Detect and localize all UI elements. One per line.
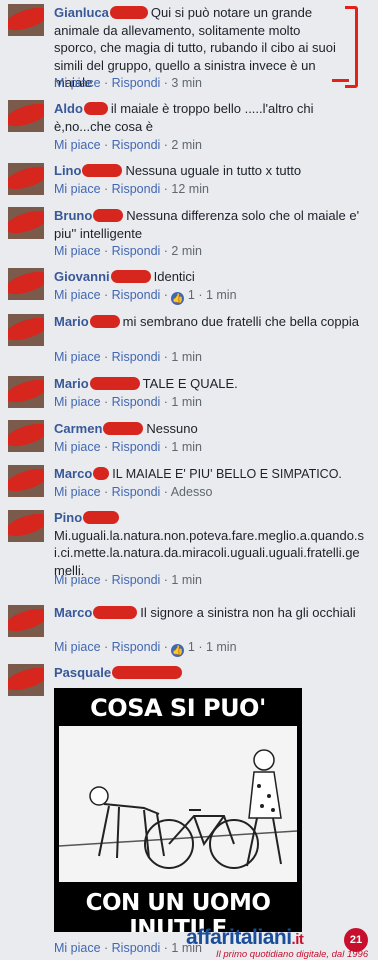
- avatar[interactable]: [8, 376, 44, 408]
- reaction-count[interactable]: 1: [188, 640, 195, 654]
- thumbs-up-icon: 👍: [171, 292, 185, 305]
- thumbs-up-icon: 👍: [171, 644, 185, 657]
- reply-button[interactable]: Rispondi: [112, 182, 161, 196]
- comment-time: 1 min: [205, 640, 237, 654]
- avatar[interactable]: [8, 100, 44, 132]
- like-button[interactable]: Mi piace: [54, 76, 101, 90]
- comment-time: 2 min: [171, 244, 202, 258]
- comment-time: 1 min: [171, 350, 202, 364]
- comment-text: Nessuno: [146, 421, 198, 436]
- meme-image[interactable]: COSA SI PUO' FARE CON UN UOMO INUTILE: [54, 688, 302, 932]
- redaction-mark: [93, 467, 110, 480]
- reply-button[interactable]: Rispondi: [112, 288, 161, 302]
- highlight-bracket: [345, 6, 358, 88]
- avatar[interactable]: [8, 163, 44, 195]
- comment-author[interactable]: Lino: [54, 163, 81, 178]
- reaction-count[interactable]: 1: [188, 288, 195, 302]
- comment-time: 1 min: [171, 573, 202, 587]
- reply-button[interactable]: Rispondi: [112, 395, 161, 409]
- comment-author[interactable]: Carmen: [54, 421, 102, 436]
- like-button[interactable]: Mi piace: [54, 244, 101, 258]
- redaction-mark: [93, 606, 138, 619]
- like-button[interactable]: Mi piace: [54, 182, 101, 196]
- redaction-mark: [82, 164, 123, 177]
- like-button[interactable]: Mi piace: [54, 573, 101, 587]
- reply-button[interactable]: Rispondi: [112, 350, 161, 364]
- comment-author[interactable]: Gianluca: [54, 5, 109, 20]
- redaction-mark: [89, 377, 140, 390]
- avatar[interactable]: [8, 314, 44, 346]
- watermark-tld: .it: [291, 931, 304, 948]
- comment-time: 2 min: [171, 138, 202, 152]
- comment-author[interactable]: Pino: [54, 510, 82, 525]
- like-button[interactable]: Mi piace: [54, 640, 101, 654]
- redaction-mark: [83, 511, 120, 524]
- reply-button[interactable]: Rispondi: [112, 640, 161, 654]
- like-button[interactable]: Mi piace: [54, 941, 101, 955]
- comment-author[interactable]: Mario: [54, 376, 89, 391]
- like-button[interactable]: Mi piace: [54, 288, 101, 302]
- reply-button[interactable]: Rispondi: [112, 76, 161, 90]
- meme-illustration: [58, 726, 298, 882]
- watermark-tagline: Il primo quotidiano digitale, dal 1996: [216, 949, 369, 960]
- watermark: affaritaliani.it Il primo quotidiano dig…: [186, 926, 372, 960]
- avatar[interactable]: [8, 420, 44, 452]
- redaction-mark: [83, 102, 108, 115]
- like-button[interactable]: Mi piace: [54, 485, 101, 499]
- avatar[interactable]: [8, 4, 44, 36]
- comment-time: 3 min: [171, 76, 202, 90]
- comment-author[interactable]: Mario: [54, 314, 89, 329]
- avatar[interactable]: [8, 510, 44, 542]
- comment-text: IL MAIALE E' PIU' BELLO E SIMPATICO.: [112, 467, 342, 481]
- comment-text: Mi.uguali.la.natura.non.poteva.fare.megl…: [54, 527, 365, 578]
- reply-button[interactable]: Rispondi: [112, 941, 161, 955]
- avatar[interactable]: [8, 207, 44, 239]
- reply-button[interactable]: Rispondi: [112, 244, 161, 258]
- watermark-name: affaritaliani: [186, 926, 292, 949]
- avatar[interactable]: [8, 268, 44, 300]
- comment-time: 1 min: [171, 440, 202, 454]
- anniversary-badge: 21: [344, 928, 368, 952]
- comment-author[interactable]: Pasquale: [54, 665, 111, 680]
- highlight-bracket-foot: [332, 79, 349, 82]
- comment-author[interactable]: Marco: [54, 466, 92, 481]
- comment-author[interactable]: Aldo: [54, 101, 83, 116]
- comment-text: Identici: [153, 269, 195, 284]
- comment-time: 1 min: [171, 395, 202, 409]
- redaction-mark: [103, 422, 144, 435]
- like-button[interactable]: Mi piace: [54, 440, 101, 454]
- comment-time: 12 min: [171, 182, 209, 196]
- redaction-mark: [110, 270, 151, 283]
- reply-button[interactable]: Rispondi: [112, 485, 161, 499]
- redaction-mark: [109, 6, 148, 19]
- comment-text: Il signore a sinistra non ha gli occhial…: [140, 605, 356, 620]
- redaction-mark: [112, 666, 183, 679]
- avatar[interactable]: [8, 664, 44, 696]
- comment-author[interactable]: Marco: [54, 605, 92, 620]
- redaction-mark: [93, 209, 124, 222]
- comment-text: mi sembrano due fratelli che bella coppi…: [122, 314, 359, 329]
- like-button[interactable]: Mi piace: [54, 138, 101, 152]
- comment-text: TALE E QUALE.: [142, 376, 238, 391]
- comment-text: Nessuna uguale in tutto x tutto: [125, 163, 302, 178]
- like-button[interactable]: Mi piace: [54, 395, 101, 409]
- comment-author[interactable]: Giovanni: [54, 269, 110, 284]
- reply-button[interactable]: Rispondi: [112, 440, 161, 454]
- avatar[interactable]: [8, 465, 44, 497]
- comment-time: 1 min: [205, 288, 237, 302]
- comment-author[interactable]: Bruno: [54, 208, 92, 223]
- reply-button[interactable]: Rispondi: [112, 138, 161, 152]
- avatar[interactable]: [8, 605, 44, 637]
- redaction-mark: [89, 315, 120, 328]
- like-button[interactable]: Mi piace: [54, 350, 101, 364]
- reply-button[interactable]: Rispondi: [112, 573, 161, 587]
- comment-time: Adesso: [170, 485, 213, 499]
